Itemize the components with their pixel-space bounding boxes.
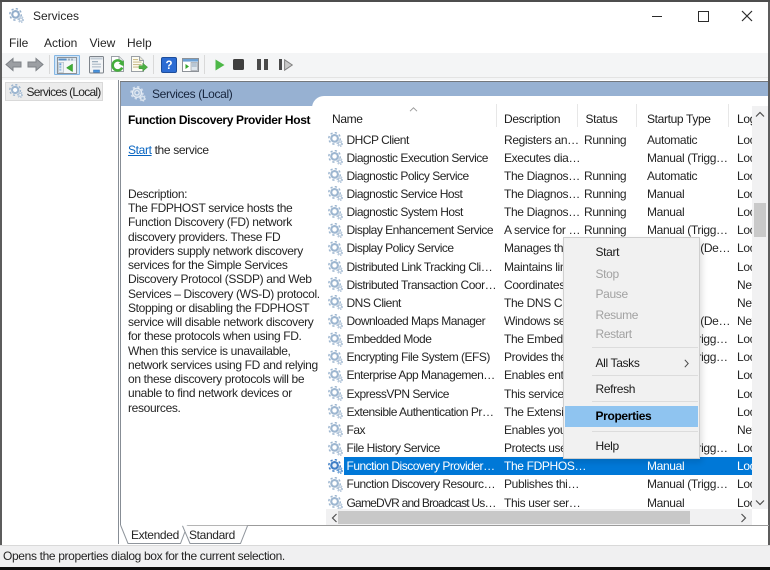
svg-text:?: ? [165,60,172,72]
